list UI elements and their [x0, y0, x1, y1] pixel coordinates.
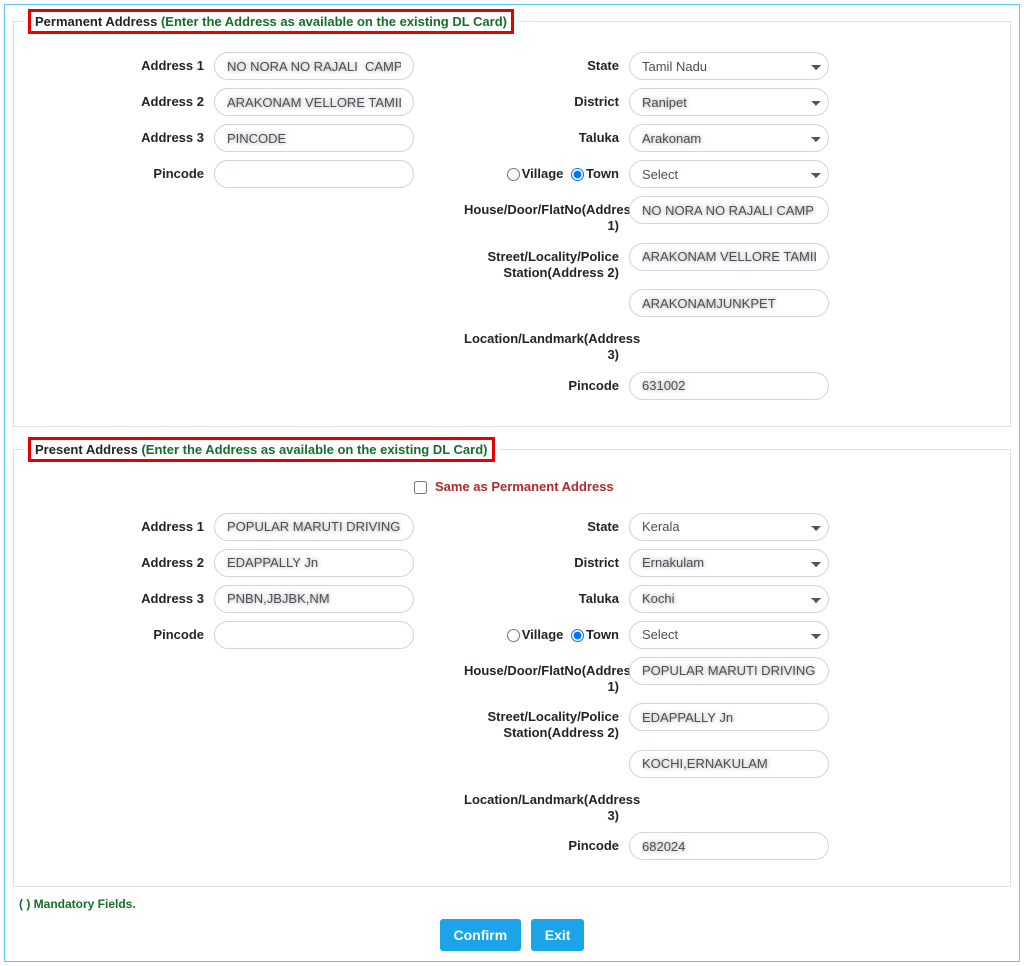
confirm-button[interactable]: Confirm [440, 919, 522, 951]
pres-house-input[interactable] [629, 657, 829, 685]
pres-location-input[interactable] [629, 750, 829, 778]
pres-address3-input[interactable] [214, 585, 414, 613]
perm-town-radio-label: Town [586, 166, 619, 181]
perm-address2-label: Address 2 [24, 88, 214, 110]
perm-location-input[interactable] [629, 289, 829, 317]
perm-taluka-select[interactable]: Arakonam [629, 124, 829, 152]
form-container: Permanent Address (Enter the Address as … [4, 4, 1020, 962]
mandatory-note: ( ) Mandatory Fields. [19, 897, 1011, 911]
perm-house-label: House/Door/FlatNo(Address 1) [464, 196, 629, 235]
perm-address1-input[interactable] [214, 52, 414, 80]
pres-street-label: Street/Locality/Police Station(Address 2… [464, 703, 629, 742]
perm-taluka-label: Taluka [464, 124, 629, 146]
pres-pincode2-label: Pincode [464, 832, 629, 854]
permanent-legend-title: Permanent Address [35, 14, 161, 29]
perm-district-select[interactable]: Ranipet [629, 88, 829, 116]
perm-village-radio[interactable] [507, 168, 520, 181]
pres-town-radio[interactable] [571, 629, 584, 642]
present-legend-note: (Enter the Address as available on the e… [141, 442, 487, 457]
perm-state-select[interactable]: Tamil Nadu [629, 52, 829, 80]
permanent-right-column: State Tamil Nadu District Ranipet Taluka… [464, 52, 1000, 408]
perm-state-label: State [464, 52, 629, 74]
present-right-column: State Kerala District Ernakulam Taluka K… [464, 513, 1000, 869]
perm-address3-label: Address 3 [24, 124, 214, 146]
same-as-permanent-row: Same as Permanent Address [24, 478, 1000, 497]
perm-village-radio-label: Village [522, 166, 564, 181]
present-legend-title: Present Address [35, 442, 141, 457]
permanent-address-section: Permanent Address (Enter the Address as … [13, 9, 1011, 427]
perm-pincode2-label: Pincode [464, 372, 629, 394]
pres-district-label: District [464, 549, 629, 571]
perm-address1-label: Address 1 [24, 52, 214, 74]
pres-location-label: Location/Landmark(Address 3) [464, 786, 629, 825]
pres-vt-select[interactable]: Select [629, 621, 829, 649]
perm-village-town-radios: Village Town [464, 160, 629, 181]
pres-pincode2-input[interactable] [629, 832, 829, 860]
pres-address2-label: Address 2 [24, 549, 214, 571]
perm-vt-select[interactable]: Select [629, 160, 829, 188]
permanent-address-legend: Permanent Address (Enter the Address as … [24, 9, 518, 34]
perm-town-radio[interactable] [571, 168, 584, 181]
pres-district-select[interactable]: Ernakulam [629, 549, 829, 577]
pres-address1-input[interactable] [214, 513, 414, 541]
permanent-legend-note: (Enter the Address as available on the e… [161, 14, 507, 29]
pres-state-label: State [464, 513, 629, 535]
present-address-section: Present Address (Enter the Address as av… [13, 437, 1011, 888]
perm-street-input[interactable] [629, 243, 829, 271]
perm-house-input[interactable] [629, 196, 829, 224]
pres-street-input[interactable] [629, 703, 829, 731]
pres-state-select[interactable]: Kerala [629, 513, 829, 541]
pres-address2-input[interactable] [214, 549, 414, 577]
perm-street-label: Street/Locality/Police Station(Address 2… [464, 243, 629, 282]
perm-pincode-input[interactable] [214, 160, 414, 188]
perm-location-label: Location/Landmark(Address 3) [464, 325, 629, 364]
pres-pincode-label: Pincode [24, 621, 214, 643]
pres-address1-label: Address 1 [24, 513, 214, 535]
present-left-column: Address 1 Address 2 Address 3 Pincode [24, 513, 444, 657]
perm-address3-input[interactable] [214, 124, 414, 152]
pres-taluka-label: Taluka [464, 585, 629, 607]
pres-taluka-select[interactable]: Kochi [629, 585, 829, 613]
pres-pincode-input[interactable] [214, 621, 414, 649]
pres-village-radio-label: Village [522, 627, 564, 642]
same-as-permanent-label: Same as Permanent Address [435, 478, 614, 493]
exit-button[interactable]: Exit [531, 919, 585, 951]
perm-district-label: District [464, 88, 629, 110]
button-row: Confirm Exit [13, 919, 1011, 951]
pres-village-radio[interactable] [507, 629, 520, 642]
perm-pincode2-input[interactable] [629, 372, 829, 400]
present-address-legend: Present Address (Enter the Address as av… [24, 437, 499, 462]
pres-address3-label: Address 3 [24, 585, 214, 607]
pres-town-radio-label: Town [586, 627, 619, 642]
perm-address2-input[interactable] [214, 88, 414, 116]
pres-village-town-radios: Village Town [464, 621, 629, 642]
same-as-permanent-checkbox[interactable] [414, 481, 427, 494]
permanent-left-column: Address 1 Address 2 Address 3 Pincode [24, 52, 444, 196]
perm-pincode-label: Pincode [24, 160, 214, 182]
pres-house-label: House/Door/FlatNo(Address 1) [464, 657, 629, 696]
